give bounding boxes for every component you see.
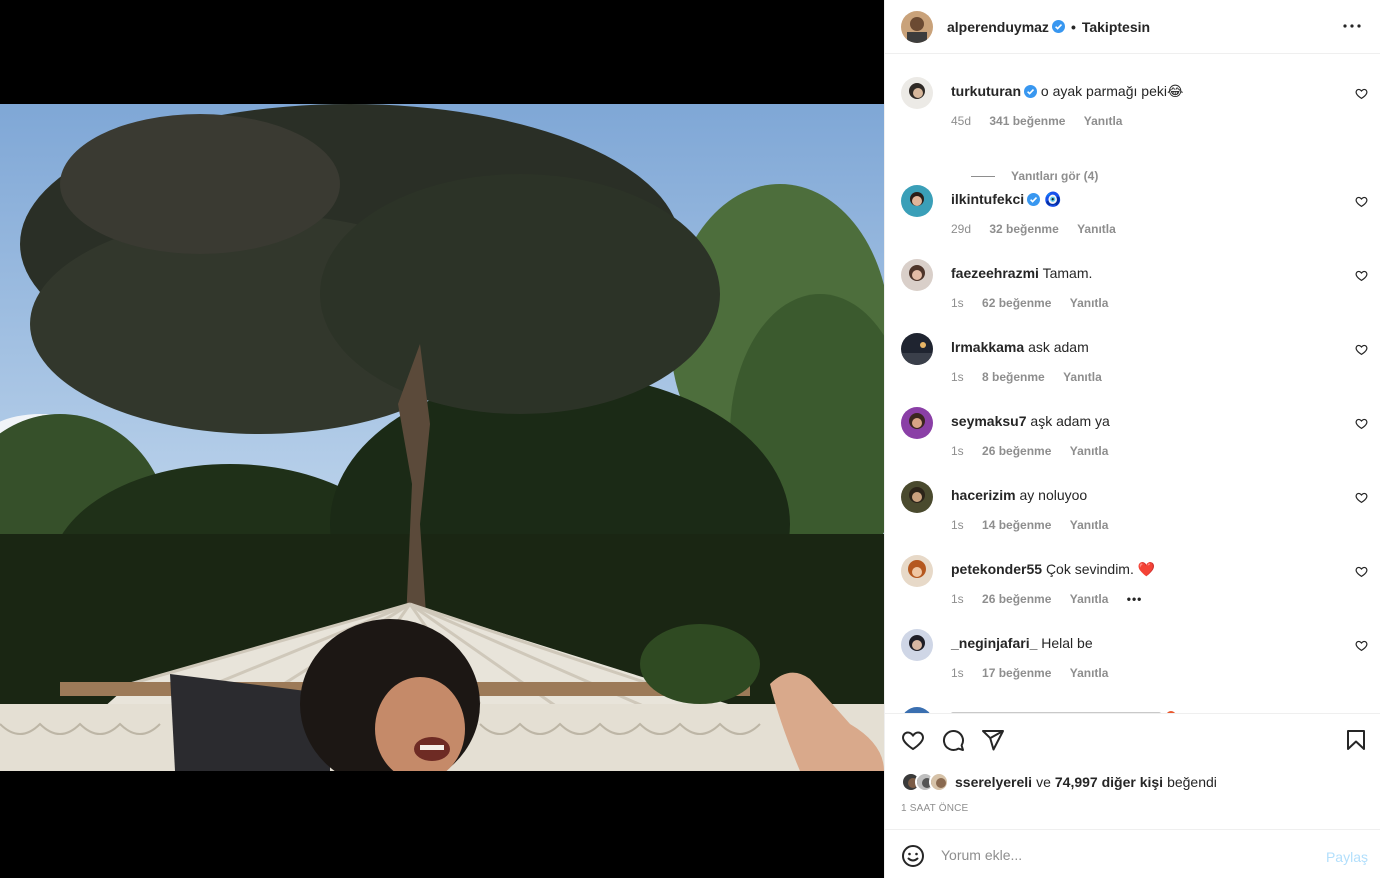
post-media[interactable] [0,0,884,878]
comment-username[interactable]: petekonder55 [951,561,1042,577]
post-actions: sserelyereli ve 74,997 diğer kişi beğend… [885,713,1380,828]
comment-likes[interactable]: 26 beğenme [982,444,1051,458]
comment-like-heart-icon[interactable] [1355,417,1368,430]
reply-button[interactable]: Yanıtla [1070,518,1109,532]
comment-input[interactable] [941,843,1301,867]
comment-age: 1s [951,592,964,606]
comment-username[interactable]: _neginjafari_ [951,635,1037,651]
comment-age: 1s [951,296,964,310]
verified-badge-icon [1051,20,1065,33]
reply-button[interactable]: Yanıtla [1063,370,1102,384]
comment-like-heart-icon[interactable] [1355,639,1368,652]
comment-likes[interactable]: 14 beğenme [982,518,1051,532]
more-options-icon[interactable] [1340,14,1364,38]
reply-button[interactable]: Yanıtla [1070,296,1109,310]
comments-list[interactable]: turkuturan o ayak parmağı peki😂 45d 341 … [885,55,1380,713]
commenter-avatar[interactable] [901,407,933,439]
liker-avatar [929,772,949,792]
comment-text: Tamam. [1042,265,1093,281]
likes-and: ve [1036,774,1051,790]
comment-text: ask adam [1028,339,1089,355]
comment-username[interactable]: ilkintufekci [951,191,1024,207]
comment-item: petekonder55 Çok sevindim. ❤️ 1s 26 beğe… [901,555,1368,615]
comment-item: hacerizim ay noluyoo 1s 14 beğenme Yanıt… [901,481,1368,541]
comment-age: 1s [951,518,964,532]
add-comment-bar: Paylaş [885,829,1380,878]
comment-like-heart-icon[interactable] [1355,491,1368,504]
post-header: alperenduymaz • Takiptesin [885,0,1380,54]
paper-plane-icon[interactable] [981,728,1005,752]
post-side-panel: alperenduymaz • Takiptesin turkuturan o … [884,0,1380,878]
commenter-avatar[interactable] [901,333,933,365]
reply-button[interactable]: Yanıtla [1070,592,1109,606]
comment-item: faezeehrazmi Tamam. 1s 62 beğenme Yanıtl… [901,259,1368,319]
likers-avatars [901,772,949,792]
comment-likes[interactable]: 26 beğenme [982,592,1051,606]
comment-like-heart-icon[interactable] [1355,269,1368,282]
comment-likes[interactable]: 8 beğenme [982,370,1045,384]
comment-icon[interactable] [941,728,965,752]
verified-badge-icon [1024,84,1037,98]
commenter-avatar[interactable] [901,259,933,291]
reply-button[interactable]: Yanıtla [1077,222,1116,236]
comment-likes[interactable]: 341 beğenme [989,114,1065,128]
reply-button[interactable]: Yanıtla [1070,666,1109,680]
reply-button[interactable]: Yanıtla [1084,114,1123,128]
post-photo [0,104,884,771]
comment-text: Helal be [1041,635,1093,651]
likes-count[interactable]: 74,997 diğer kişi [1055,774,1163,790]
comment-username[interactable]: faezeehrazmi [951,265,1039,281]
comment-username[interactable]: seymaksu7 [951,413,1027,429]
first-liker-username[interactable]: sserelyereli [955,774,1032,790]
comment-username[interactable]: lrmakkama [951,339,1024,355]
comment-age: 1s [951,666,964,680]
comment-text: aşk adam ya [1030,413,1110,429]
comment-item: lrmakkama ask adam 1s 8 beğenme Yanıtla [901,333,1368,393]
comment-like-heart-icon[interactable] [1355,195,1368,208]
comment-like-heart-icon[interactable] [1355,565,1368,578]
post-timestamp[interactable]: 1 SAAT ÖNCE [901,803,968,814]
likes-summary[interactable]: sserelyereli ve 74,997 diğer kişi beğend… [901,772,1217,792]
comment-item: seymaksu7 aşk adam ya 1s 26 beğenme Yanı… [901,407,1368,467]
comment-like-heart-icon[interactable] [1355,87,1368,100]
comment-username[interactable]: turkuturan [951,83,1021,99]
comment-item: ilkintufekci 🧿 29d 32 beğenme Yanıtla [901,185,1368,245]
commenter-avatar[interactable] [901,481,933,513]
separator-dot: • [1070,18,1076,35]
comment-item-partial [901,704,1301,713]
comment-text: Çok sevindim. ❤️ [1045,561,1156,577]
replies-line [971,175,995,177]
comment-text: 🧿 [1044,191,1062,207]
follow-status-button[interactable]: Takiptesin [1082,19,1150,35]
comment-age: 1s [951,370,964,384]
commenter-avatar[interactable] [901,629,933,661]
post-comment-button[interactable]: Paylaş [1326,849,1368,865]
comment-more-options-icon[interactable]: ••• [1127,592,1143,606]
author-avatar[interactable] [901,10,933,43]
comment-age: 29d [951,222,972,236]
reply-button[interactable]: Yanıtla [1070,444,1109,458]
commenter-avatar[interactable] [901,185,933,217]
emoji-icon[interactable] [901,844,925,868]
comment-text: o ayak parmağı peki😂 [1040,83,1184,99]
commenter-avatar[interactable] [901,77,933,109]
bookmark-icon[interactable] [1344,728,1368,752]
view-replies-label: Yanıtları gör (4) [1011,169,1099,183]
comment-age: 45d [951,114,972,128]
likes-suffix: beğendi [1167,774,1217,790]
view-replies-button[interactable]: Yanıtları gör (4) [971,169,1098,183]
comment-item: _neginjafari_ Helal be 1s 17 beğenme Yan… [901,629,1368,689]
comment-like-heart-icon[interactable] [1355,343,1368,356]
comment-text: ay noluyoo [1019,487,1088,503]
verified-badge-icon [1027,192,1041,206]
comment-likes[interactable]: 17 beğenme [982,666,1051,680]
author-username[interactable]: alperenduymaz [947,19,1049,35]
comment-likes[interactable]: 62 beğenme [982,296,1051,310]
commenter-avatar[interactable] [901,555,933,587]
comment-likes[interactable]: 32 beğenme [989,222,1058,236]
comment-age: 1s [951,444,964,458]
comment-username[interactable]: hacerizim [951,487,1016,503]
heart-icon[interactable] [901,728,925,752]
comment-item: turkuturan o ayak parmağı peki😂 45d 341 … [901,77,1368,187]
